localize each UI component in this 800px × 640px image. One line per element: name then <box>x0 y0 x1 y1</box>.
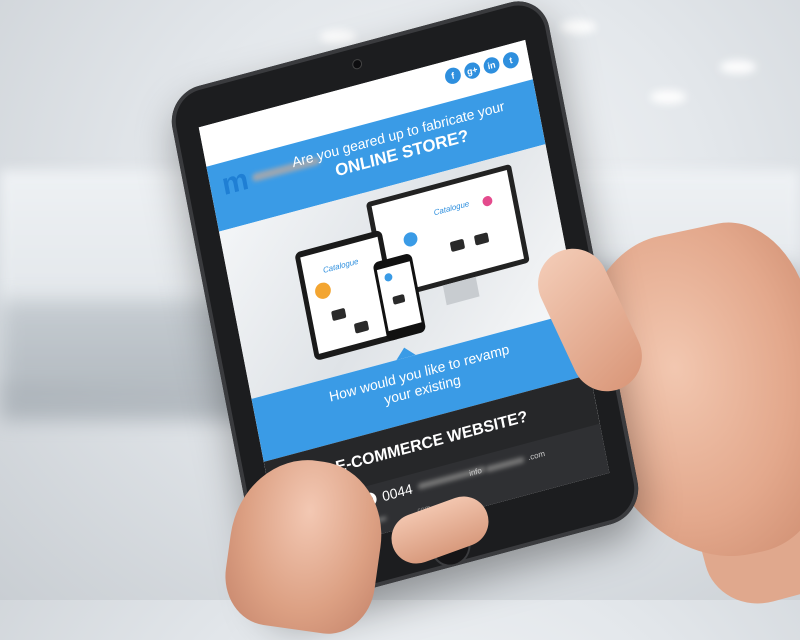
social-links: f g+ in t <box>443 50 521 86</box>
google-plus-icon[interactable]: g+ <box>462 60 482 81</box>
logo-mark: m <box>219 162 252 202</box>
mockup-product <box>449 238 466 253</box>
ceiling-light <box>560 20 596 34</box>
mockup-decoration <box>383 272 394 283</box>
mockup-decoration <box>313 280 333 301</box>
mockup-product <box>392 293 406 305</box>
front-camera <box>352 59 362 70</box>
mockup-product <box>473 232 490 246</box>
mockup-product <box>331 307 347 322</box>
twitter-icon[interactable]: t <box>501 50 521 71</box>
linkedin-icon[interactable]: in <box>482 55 501 76</box>
mockup-product <box>353 320 370 334</box>
mockup-decoration <box>481 194 494 208</box>
mockup-decoration <box>402 230 419 249</box>
mockup-brand-text: Catalogue <box>432 199 470 218</box>
mockup-brand-text: Catalogue <box>322 256 360 275</box>
facebook-icon[interactable]: f <box>443 65 463 86</box>
ceiling-light <box>720 60 756 74</box>
ceiling-light <box>320 30 356 44</box>
ceiling-light <box>650 90 686 104</box>
